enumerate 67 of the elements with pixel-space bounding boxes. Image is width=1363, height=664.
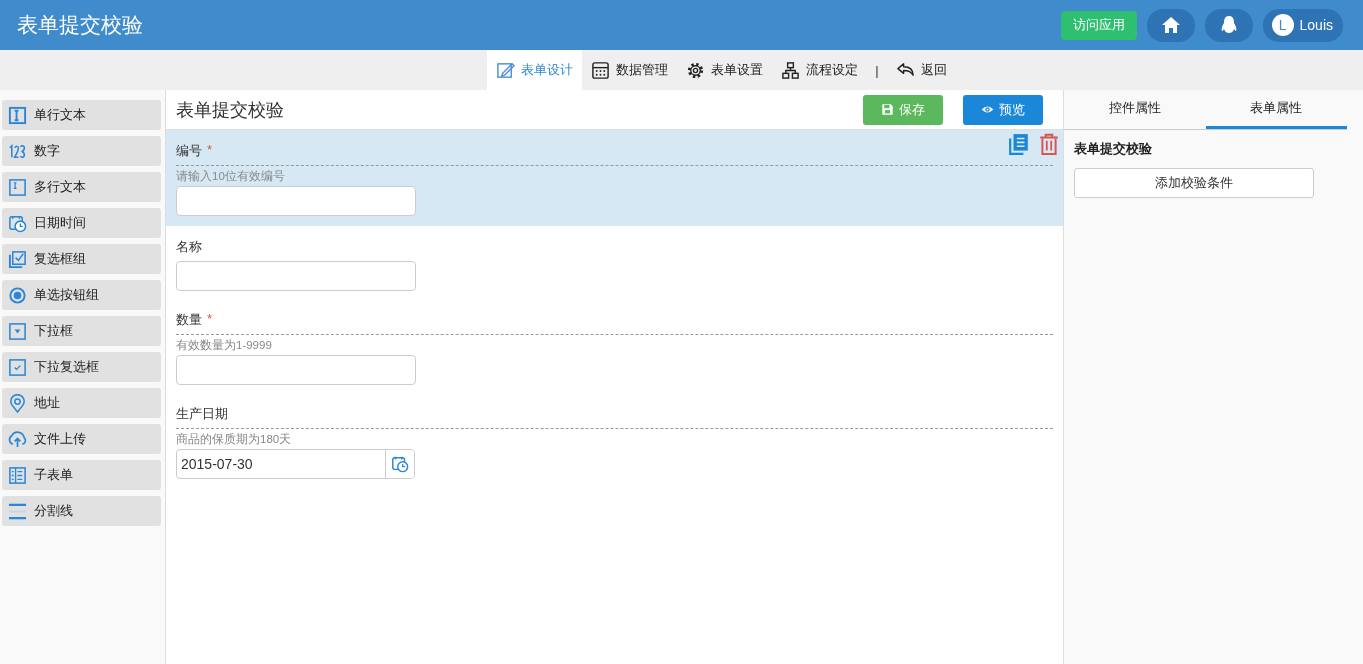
palette-item[interactable]: 文件上传: [2, 424, 161, 454]
form-field-row[interactable]: 名称: [166, 226, 1063, 299]
notifications-button[interactable]: [1204, 8, 1253, 42]
property-tab[interactable]: 控件属性: [1064, 90, 1206, 129]
field-hint: 请输入10位有效编号: [176, 169, 285, 184]
form-field-row[interactable]: 编号 * 请输入10位有效编号: [166, 130, 1063, 226]
palette-item[interactable]: 数字: [2, 136, 161, 166]
field-hint: 有效数量为1-9999: [176, 338, 272, 353]
palette-item[interactable]: 日期时间: [2, 208, 161, 238]
cloud-upload-icon: [8, 429, 27, 449]
required-marker: *: [207, 142, 213, 159]
required-marker: *: [207, 311, 213, 328]
list-form-icon: [8, 465, 27, 485]
field-label: 名称: [176, 238, 202, 256]
copy-icon[interactable]: [1008, 133, 1030, 155]
home-icon: [1160, 15, 1181, 35]
divider-lines-icon: [8, 501, 27, 521]
trash-icon[interactable]: [1038, 133, 1060, 155]
palette-item[interactable]: 下拉框: [2, 316, 161, 346]
palette-item[interactable]: 多行文本: [2, 172, 161, 202]
calendar-clock-icon: [8, 213, 27, 233]
home-button[interactable]: [1146, 8, 1195, 42]
field-label: 数量: [176, 311, 202, 329]
digits-icon: [8, 141, 27, 161]
nav-tab[interactable]: 表单设置: [677, 50, 773, 90]
hierarchy-icon: [781, 60, 801, 80]
palette-item[interactable]: 地址: [2, 388, 161, 418]
calendar-clock-icon: [391, 455, 409, 473]
field-hint: 商品的保质期为180天: [176, 432, 292, 447]
nav-tab[interactable]: 流程设定: [772, 50, 868, 90]
avatar: L: [1271, 14, 1294, 36]
checkbox-icon: [8, 357, 27, 377]
text-input-field[interactable]: [176, 355, 416, 385]
form-field-row[interactable]: 数量 * 有效数量为1-9999: [166, 299, 1063, 393]
palette-item[interactable]: 单行文本: [2, 100, 161, 130]
text-area-icon: [8, 177, 27, 197]
user-name: Louis: [1299, 17, 1333, 33]
preview-button[interactable]: 预览: [963, 94, 1043, 125]
checkbox-stack-icon: [8, 249, 27, 269]
calculator-icon: [591, 60, 611, 80]
form-name: 表单提交校验: [1074, 140, 1152, 158]
calendar-button[interactable]: [385, 450, 414, 478]
palette-item[interactable]: 单选按钮组: [2, 280, 161, 310]
dropdown-icon: [8, 321, 27, 341]
nav-tab[interactable]: 数据管理: [582, 50, 678, 90]
palette-item[interactable]: 复选框组: [2, 244, 161, 274]
palette-item[interactable]: 分割线: [2, 496, 161, 526]
field-label: 生产日期: [176, 405, 228, 423]
user-menu-button[interactable]: L Louis: [1262, 8, 1343, 42]
pencil-square-icon: [496, 60, 516, 80]
app-title: 表单提交校验: [17, 12, 143, 38]
form-field-row[interactable]: 生产日期 商品的保质期为180天 2015-07-30: [166, 393, 1063, 487]
text-input-field[interactable]: [176, 186, 416, 216]
nav-tab[interactable]: 表单设计: [487, 50, 583, 90]
separator: |: [874, 62, 880, 78]
palette-item[interactable]: 下拉复选框: [2, 352, 161, 382]
field-label: 编号: [176, 142, 202, 160]
text-input-field[interactable]: [176, 261, 416, 291]
back-link[interactable]: 返回: [886, 50, 956, 90]
property-tab[interactable]: 表单属性: [1205, 90, 1347, 129]
palette-item[interactable]: 子表单: [2, 460, 161, 490]
settings-icon: [686, 60, 706, 80]
location-pin-icon: [8, 393, 27, 413]
add-rule-button[interactable]: 添加校验条件: [1074, 168, 1314, 198]
text-field-icon: [8, 105, 27, 125]
form-title: 表单提交校验: [176, 98, 284, 122]
radio-icon: [8, 285, 27, 305]
